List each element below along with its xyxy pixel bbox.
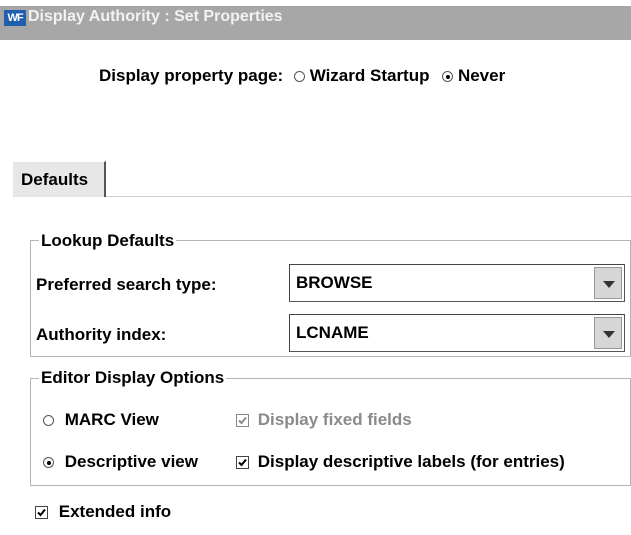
chevron-down-icon[interactable] <box>594 317 622 349</box>
never-radio[interactable] <box>442 71 454 83</box>
editor-display-legend: Editor Display Options <box>39 368 227 388</box>
search-type-label: Preferred search type: <box>36 275 217 294</box>
marc-view-label[interactable]: MARC View <box>65 410 159 429</box>
wizard-startup-label[interactable]: Wizard Startup <box>310 66 430 85</box>
lookup-defaults-legend: Lookup Defaults <box>39 231 177 251</box>
authority-index-value: LCNAME <box>296 323 369 342</box>
tab-defaults[interactable]: Defaults <box>12 161 106 197</box>
property-page-row: Display property page: Wizard Startup Ne… <box>99 66 505 86</box>
fixed-fields-option[interactable]: Display fixed fields <box>236 410 412 430</box>
search-type-select[interactable]: BROWSE <box>289 264 625 302</box>
extended-info-option[interactable]: Extended info <box>35 502 171 522</box>
descriptive-view-label[interactable]: Descriptive view <box>65 452 198 471</box>
authority-index-label: Authority index: <box>36 325 167 344</box>
window-title: Display Authority : Set Properties <box>28 8 283 25</box>
wizard-startup-radio[interactable] <box>293 71 305 83</box>
marc-view-option[interactable]: MARC View <box>43 410 159 430</box>
descriptive-labels-option[interactable]: Display descriptive labels (for entries) <box>236 452 565 472</box>
authority-index-select[interactable]: LCNAME <box>289 314 625 352</box>
tab-divider <box>106 196 631 197</box>
property-page-label: Display property page: <box>99 66 284 85</box>
descriptive-view-radio[interactable] <box>43 457 54 469</box>
marc-view-radio[interactable] <box>43 415 54 427</box>
chevron-down-icon[interactable] <box>594 267 622 299</box>
descriptive-view-option[interactable]: Descriptive view <box>43 452 198 472</box>
never-label[interactable]: Never <box>458 66 505 85</box>
descriptive-labels-checkbox[interactable] <box>236 456 249 470</box>
extended-info-label[interactable]: Extended info <box>59 502 171 521</box>
tab-defaults-label[interactable]: Defaults <box>21 170 88 190</box>
fixed-fields-checkbox[interactable] <box>236 414 249 428</box>
search-type-value: BROWSE <box>296 273 373 292</box>
descriptive-labels-label[interactable]: Display descriptive labels (for entries) <box>258 452 565 471</box>
extended-info-checkbox[interactable] <box>35 506 48 520</box>
fixed-fields-label[interactable]: Display fixed fields <box>258 410 412 429</box>
app-icon: WF <box>4 10 26 26</box>
